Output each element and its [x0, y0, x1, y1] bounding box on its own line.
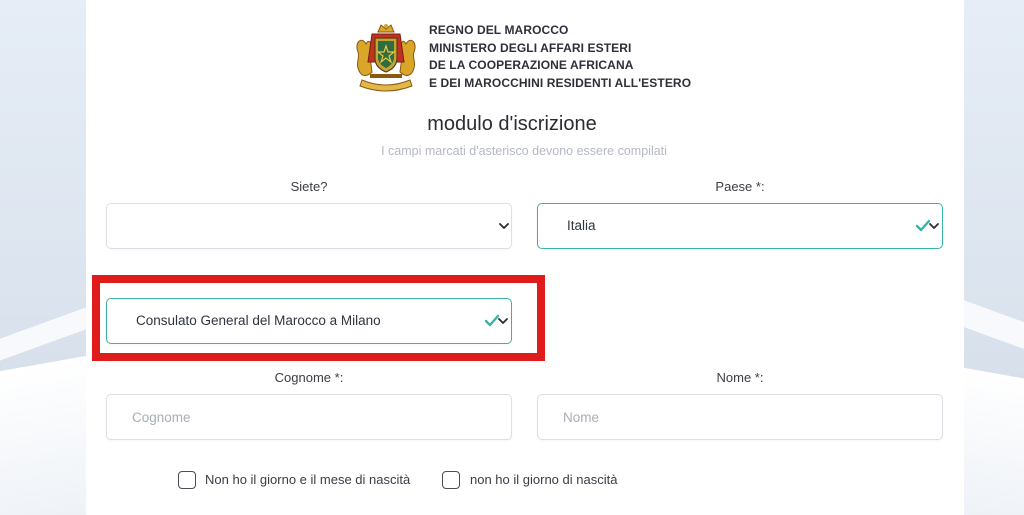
- checkbox-icon[interactable]: [442, 471, 460, 489]
- ministry-line-2: MINISTERO DEGLI AFFARI ESTERI: [429, 40, 632, 55]
- paese-select-value: Italia: [567, 218, 596, 233]
- ministry-heading: REGNO DEL MAROCCO MINISTERO DEGLI AFFARI…: [429, 22, 691, 92]
- cognome-input[interactable]: [107, 395, 511, 439]
- consolato-select-value: Consulato General del Marocco a Milano: [136, 313, 381, 328]
- ministry-line-1: REGNO DEL MAROCCO: [429, 23, 569, 37]
- consolato-select[interactable]: Consulato General del Marocco a Milano: [106, 298, 512, 344]
- ministry-line-3: DE LA COOPERAZIONE AFRICANA: [429, 58, 634, 72]
- background-right: [964, 0, 1024, 515]
- siete-label: Siete?: [290, 179, 328, 194]
- background-left: [0, 0, 86, 515]
- siete-select[interactable]: [106, 203, 512, 249]
- checkbox-no-day-month[interactable]: Non ho il giorno e il mese di nascità: [178, 471, 448, 491]
- checkbox-no-day-label: non ho il giorno di nascità: [470, 472, 618, 487]
- checkbox-no-day-month-label: Non ho il giorno e il mese di nascità: [205, 472, 411, 487]
- cognome-label: Cognome *:: [274, 370, 344, 385]
- checkbox-no-day[interactable]: non ho il giorno di nascità: [442, 471, 642, 491]
- form-subtitle: I campi marcati d'asterisco devono esser…: [381, 144, 667, 158]
- chevron-down-icon: [929, 223, 939, 229]
- checkbox-icon[interactable]: [178, 471, 196, 489]
- paese-label: Paese *:: [715, 179, 765, 194]
- nome-label: Nome *:: [716, 370, 764, 385]
- form-title: modulo d'iscrizione: [427, 113, 597, 135]
- nome-field[interactable]: [537, 394, 943, 440]
- ministry-line-4: E DEI MAROCCHINI RESIDENTI ALL'ESTERO: [429, 75, 692, 90]
- chevron-down-icon: [498, 318, 508, 324]
- chevron-down-icon: [499, 223, 509, 229]
- cognome-field[interactable]: [106, 394, 512, 440]
- nome-input[interactable]: [538, 395, 942, 439]
- coat-of-arms-emblem: [356, 24, 416, 92]
- paese-select[interactable]: Italia: [537, 203, 943, 249]
